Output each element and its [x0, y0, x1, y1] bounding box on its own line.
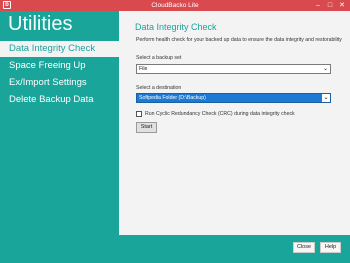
maximize-icon[interactable]: □	[324, 0, 336, 11]
crc-checkbox[interactable]	[136, 111, 142, 117]
backup-set-value: File	[139, 66, 148, 72]
backup-set-select[interactable]: File ⌄	[136, 64, 331, 74]
destination-select[interactable]: Softpedia Folder (D:\Backup) ⌄	[136, 93, 331, 103]
close-button[interactable]: Close	[293, 242, 315, 253]
sidebar: Utilities Data Integrity Check Space Fre…	[0, 11, 119, 235]
sidebar-item-data-integrity-check[interactable]: Data Integrity Check	[0, 41, 119, 57]
title-bar: b CloudBacko Lite – □ ✕	[0, 0, 350, 11]
start-button[interactable]: Start	[136, 122, 157, 133]
page-description: Perform health check for your backed up …	[136, 37, 342, 43]
sidebar-item-space-freeing-up[interactable]: Space Freeing Up	[0, 58, 119, 74]
minimize-icon[interactable]: –	[312, 0, 324, 11]
chevron-down-icon: ⌄	[322, 94, 330, 102]
window-title: CloudBacko Lite	[151, 2, 199, 9]
footer-bar: Close Help	[0, 235, 350, 263]
close-window-icon[interactable]: ✕	[336, 0, 348, 11]
backup-set-label: Select a backup set	[136, 55, 182, 61]
sidebar-item-delete-backup-data[interactable]: Delete Backup Data	[0, 92, 119, 108]
sidebar-heading: Utilities	[8, 13, 73, 35]
page-title: Data Integrity Check	[135, 22, 217, 32]
help-button[interactable]: Help	[320, 242, 341, 253]
sidebar-item-ex-import-settings[interactable]: Ex/Import Settings	[0, 75, 119, 91]
destination-label: Select a destination	[136, 85, 182, 91]
main-panel: Data Integrity Check Perform health chec…	[119, 11, 350, 235]
chevron-down-icon: ⌄	[322, 66, 328, 72]
destination-value: Softpedia Folder (D:\Backup)	[139, 95, 206, 101]
crc-checkbox-label: Run Cyclic Redundancy Check (CRC) during…	[145, 111, 295, 117]
